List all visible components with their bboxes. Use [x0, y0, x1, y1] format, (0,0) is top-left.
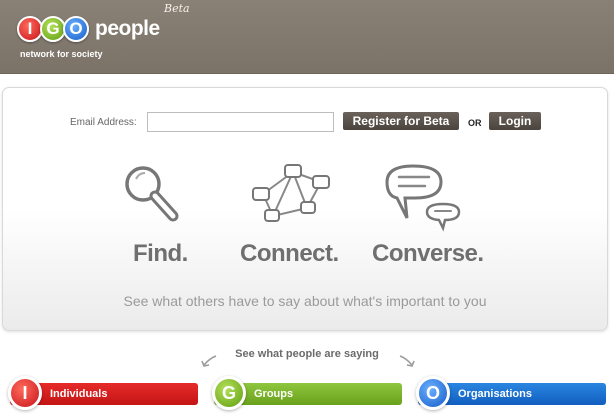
individuals-badge-icon: I: [8, 376, 42, 410]
category-groups[interactable]: G Groups: [212, 376, 402, 410]
feature-connect-label: Connect.: [240, 240, 339, 267]
category-individuals-label: Individuals: [50, 388, 108, 400]
feature-find-label: Find.: [133, 240, 188, 267]
network-icon: [252, 164, 330, 222]
main-panel: Email Address: Register for Beta OR Logi…: [2, 87, 608, 331]
right-curved-arrow-icon: [399, 355, 415, 367]
see-people-heading: See what people are saying: [235, 348, 379, 360]
site-header: I G O people Beta network for society: [0, 0, 614, 74]
category-organisations-label: Organisations: [458, 388, 532, 400]
magnifier-icon: [125, 166, 179, 222]
category-individuals[interactable]: I Individuals: [8, 376, 198, 410]
panel-footer-text: See what others have to say about what's…: [123, 293, 487, 309]
category-groups-label: Groups: [254, 388, 294, 400]
speech-bubbles-icon: [385, 164, 461, 232]
tagline: network for society: [20, 49, 103, 59]
register-for-beta-button[interactable]: Register for Beta: [343, 112, 459, 130]
login-button[interactable]: Login: [489, 112, 541, 130]
category-organisations[interactable]: O Organisations: [416, 376, 606, 410]
or-separator: OR: [468, 118, 482, 128]
feature-converse-label: Converse.: [372, 240, 484, 267]
email-label: Email Address:: [70, 117, 137, 128]
organisations-badge-icon: O: [416, 376, 450, 410]
email-field[interactable]: [147, 112, 334, 132]
logo-wordmark: people: [95, 17, 160, 40]
beta-tag: Beta: [164, 2, 190, 15]
igo-logo[interactable]: I G O people: [17, 11, 160, 47]
logo-letter-o: O: [63, 16, 89, 42]
groups-badge-icon: G: [212, 376, 246, 410]
